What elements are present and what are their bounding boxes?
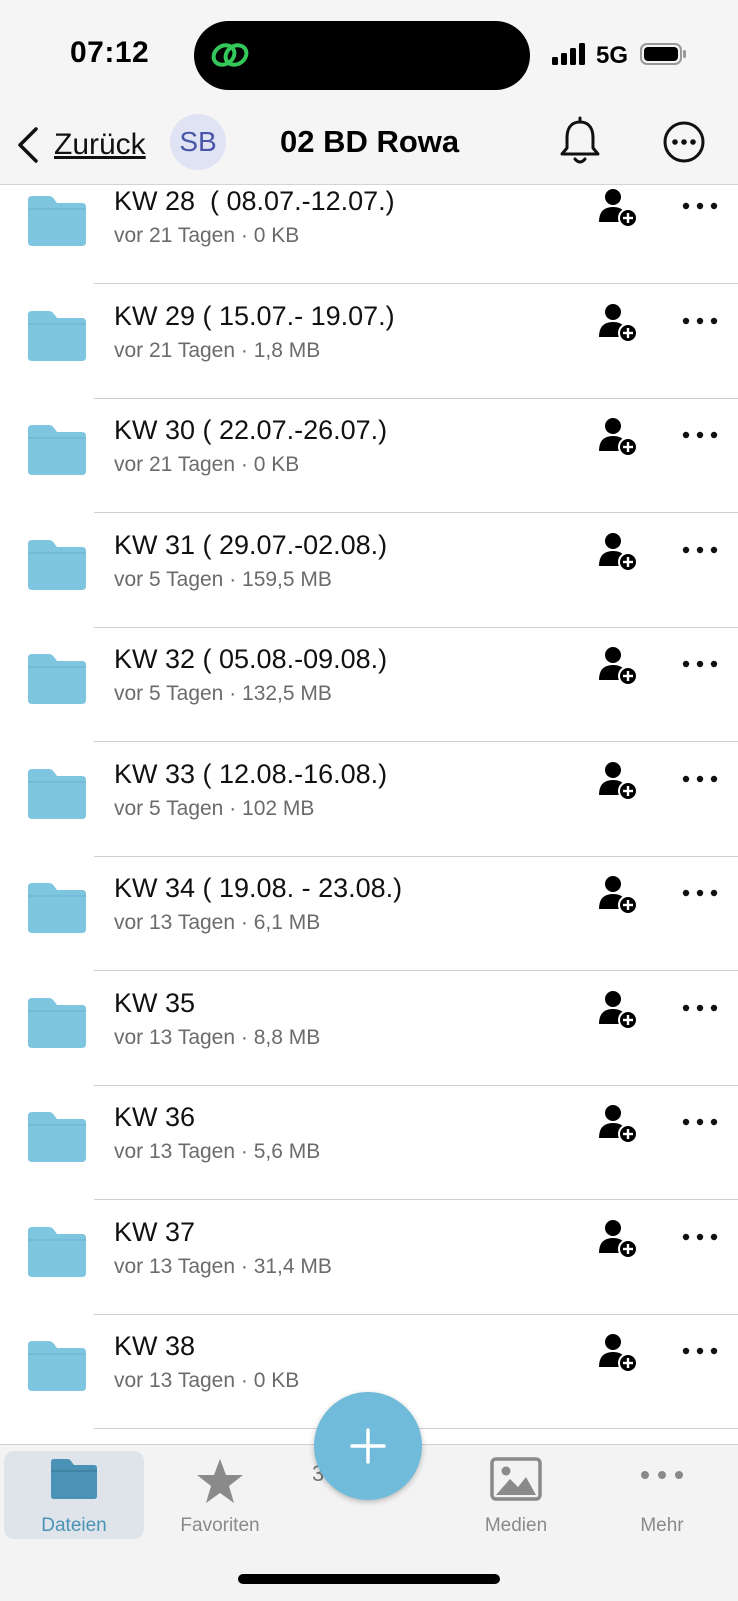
list-item[interactable]: KW 35 vor 13 Tagen · 8,8 MB bbox=[0, 972, 738, 1086]
share-person-add-icon[interactable] bbox=[598, 186, 642, 230]
star-icon bbox=[197, 1459, 243, 1503]
navigation-header: Zurück SB 02 BD Rowa bbox=[0, 108, 738, 185]
chain-link-icon bbox=[211, 43, 249, 67]
more-horizontal-icon[interactable] bbox=[680, 1112, 720, 1132]
status-time: 07:12 bbox=[70, 36, 150, 69]
share-person-add-icon[interactable] bbox=[598, 1331, 642, 1375]
folder-icon bbox=[28, 310, 86, 361]
folder-icon bbox=[28, 1112, 86, 1162]
folder-icon bbox=[28, 997, 86, 1048]
list-item[interactable]: KW 32 ( 05.08.-09.08.) vor 5 Tagen · 132… bbox=[0, 628, 738, 742]
folder-meta: vor 13 Tagen · 0 KB bbox=[114, 1369, 300, 1392]
folder-icon bbox=[51, 1459, 97, 1499]
more-horizontal-icon[interactable] bbox=[680, 654, 720, 674]
folder-title: KW 30 ( 22.07.-26.07.) bbox=[114, 415, 388, 445]
page-title: 02 BD Rowa bbox=[280, 124, 460, 159]
folder-meta: vor 13 Tagen · 5,6 MB bbox=[114, 1140, 321, 1163]
folder-list: KW 28 ( 08.07.-12.07.) vor 21 Tagen · 0 … bbox=[0, 184, 738, 1444]
folder-title: KW 29 ( 15.07.- 19.07.) bbox=[114, 300, 395, 331]
tab-label: Dateien bbox=[41, 1515, 107, 1536]
more-horizontal-icon[interactable] bbox=[680, 196, 720, 216]
tab-label: Mehr bbox=[640, 1515, 684, 1536]
folder-meta: vor 13 Tagen · 8,8 MB bbox=[114, 1025, 321, 1049]
more-horizontal-icon bbox=[641, 1471, 683, 1479]
folder-icon bbox=[28, 654, 86, 704]
folder-meta: vor 21 Tagen · 0 KB bbox=[114, 453, 300, 476]
share-person-add-icon[interactable] bbox=[598, 530, 642, 574]
list-item[interactable]: KW 28 ( 08.07.-12.07.) vor 21 Tagen · 0 … bbox=[0, 184, 738, 284]
folder-meta: vor 13 Tagen · 6,1 MB bbox=[114, 911, 321, 934]
folder-meta: vor 21 Tagen · 1,8 MB bbox=[114, 338, 321, 362]
list-item[interactable]: KW 36 vor 13 Tagen · 5,6 MB bbox=[0, 1086, 738, 1200]
list-item[interactable]: KW 30 ( 22.07.-26.07.) vor 21 Tagen · 0 … bbox=[0, 399, 738, 513]
more-horizontal-icon[interactable] bbox=[680, 540, 720, 560]
home-indicator bbox=[238, 1574, 500, 1584]
list-item[interactable]: KW 37 vor 13 Tagen · 31,4 MB bbox=[0, 1201, 738, 1315]
folder-meta: vor 5 Tagen · 102 MB bbox=[114, 796, 315, 820]
list-item[interactable]: KW 33 ( 12.08.-16.08.) vor 5 Tagen · 102… bbox=[0, 743, 738, 857]
more-horizontal-icon[interactable] bbox=[680, 425, 720, 445]
folder-title: KW 28 ( 08.07.-12.07.) bbox=[114, 186, 395, 216]
more-horizontal-icon[interactable] bbox=[680, 1227, 720, 1247]
battery-icon bbox=[640, 43, 686, 65]
folder-title: KW 32 ( 05.08.-09.08.) bbox=[114, 644, 388, 674]
share-person-add-icon[interactable] bbox=[598, 988, 642, 1032]
list-item[interactable]: KW 29 ( 15.07.- 19.07.) vor 21 Tagen · 1… bbox=[0, 285, 738, 399]
tab-label: Medien bbox=[484, 1515, 548, 1536]
status-bar: 07:12 5G bbox=[0, 0, 738, 108]
avatar[interactable]: SB bbox=[170, 114, 226, 170]
folder-icon bbox=[28, 196, 86, 246]
back-button[interactable]: Zurück bbox=[14, 120, 146, 170]
folder-icon bbox=[28, 1341, 86, 1391]
folder-title: KW 33 ( 12.08.-16.08.) bbox=[114, 758, 388, 789]
plus-icon bbox=[350, 1428, 386, 1464]
folder-title: KW 37 bbox=[114, 1216, 196, 1247]
list-item[interactable]: KW 31 ( 29.07.-02.08.) vor 5 Tagen · 159… bbox=[0, 514, 738, 628]
tab-dateien[interactable]: Dateien bbox=[4, 1451, 144, 1539]
share-person-add-icon[interactable] bbox=[598, 1102, 642, 1146]
back-label: Zurück bbox=[54, 128, 146, 161]
chevron-left-icon bbox=[18, 127, 38, 163]
cellular-signal-icon bbox=[552, 43, 585, 65]
share-person-add-icon[interactable] bbox=[598, 1217, 642, 1261]
more-horizontal-icon[interactable] bbox=[680, 311, 720, 331]
folder-meta: vor 13 Tagen · 31,4 MB bbox=[114, 1254, 332, 1278]
folder-icon bbox=[28, 539, 86, 590]
folder-icon bbox=[28, 425, 86, 475]
bell-icon[interactable] bbox=[558, 116, 602, 168]
folder-title: KW 36 bbox=[114, 1102, 196, 1132]
more-horizontal-icon[interactable] bbox=[680, 1341, 720, 1361]
share-person-add-icon[interactable] bbox=[598, 644, 642, 688]
more-circle-icon[interactable] bbox=[662, 120, 706, 164]
network-label: 5G bbox=[596, 42, 629, 69]
more-horizontal-icon[interactable] bbox=[680, 769, 720, 789]
share-person-add-icon[interactable] bbox=[598, 759, 642, 803]
tab-favoriten[interactable]: Favoriten bbox=[150, 1451, 290, 1539]
tab-medien[interactable]: Medien bbox=[446, 1451, 586, 1539]
more-horizontal-icon[interactable] bbox=[680, 883, 720, 903]
folder-icon bbox=[28, 1226, 86, 1277]
folder-icon bbox=[28, 768, 86, 819]
folder-meta: vor 5 Tagen · 132,5 MB bbox=[114, 682, 332, 705]
folder-icon bbox=[28, 883, 86, 933]
folder-title: KW 38 bbox=[114, 1331, 196, 1361]
dynamic-island bbox=[194, 21, 530, 90]
folder-title: KW 35 bbox=[114, 987, 196, 1018]
share-person-add-icon[interactable] bbox=[598, 301, 642, 345]
list-item[interactable]: KW 34 ( 19.08. - 23.08.) vor 13 Tagen · … bbox=[0, 857, 738, 971]
folder-meta: vor 5 Tagen · 159,5 MB bbox=[114, 567, 332, 591]
share-person-add-icon[interactable] bbox=[598, 873, 642, 917]
folder-meta: vor 21 Tagen · 0 KB bbox=[114, 224, 300, 247]
tab-mehr[interactable]: Mehr bbox=[592, 1451, 732, 1539]
more-horizontal-icon[interactable] bbox=[680, 998, 720, 1018]
image-icon bbox=[490, 1457, 542, 1501]
folder-title: KW 34 ( 19.08. - 23.08.) bbox=[114, 873, 403, 903]
folder-title: KW 31 ( 29.07.-02.08.) bbox=[114, 529, 388, 560]
share-person-add-icon[interactable] bbox=[598, 415, 642, 459]
tab-label: Favoriten bbox=[180, 1515, 260, 1536]
add-button[interactable] bbox=[314, 1392, 422, 1500]
